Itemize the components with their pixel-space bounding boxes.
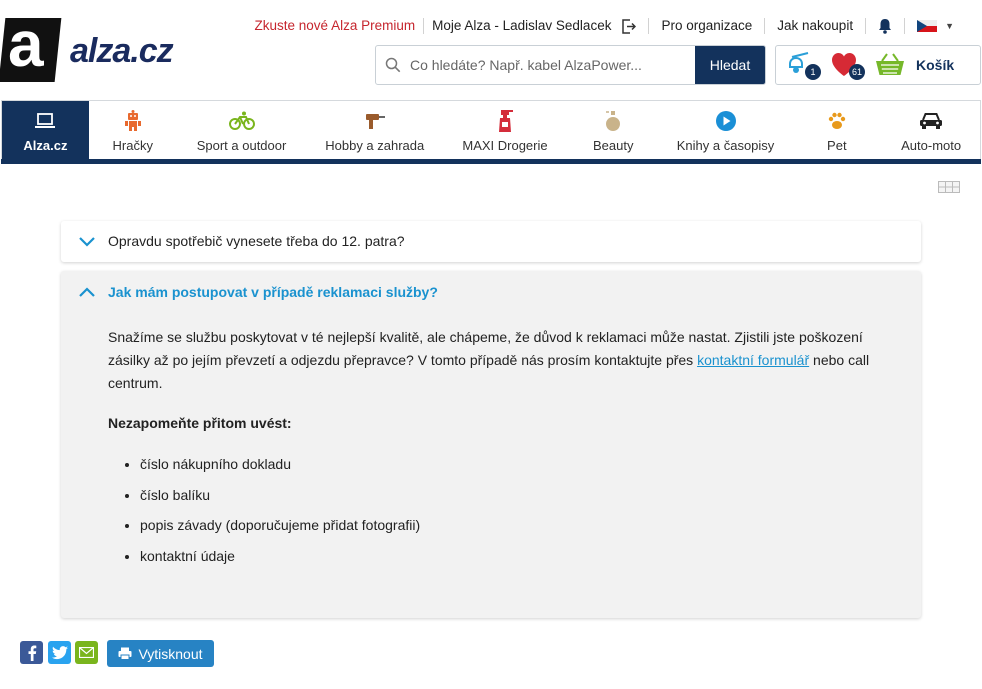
- search-bar: Hledat: [375, 45, 766, 85]
- answer-paragraph: Snažíme se službu poskytovat v té nejlep…: [108, 329, 870, 391]
- nav-label: Hračky: [112, 138, 153, 153]
- faq-question: Jak mám postupovat v případě reklamaci s…: [108, 284, 438, 300]
- reminder-list: číslo nákupního dokladu číslo balíku pop…: [108, 453, 888, 568]
- search-input[interactable]: [410, 46, 695, 84]
- watchdog-button[interactable]: 1: [786, 51, 821, 80]
- contact-form-link[interactable]: kontaktní formulář: [697, 352, 809, 368]
- nav-label: Alza.cz: [23, 138, 68, 153]
- faq-item-collapsed[interactable]: Opravdu spotřebič vynesete třeba do 12. …: [61, 221, 921, 262]
- nav-label: Knihy a časopisy: [676, 138, 775, 153]
- how-to-buy-link[interactable]: Jak nakoupit: [764, 18, 865, 34]
- watchdog-count-badge: 1: [805, 64, 821, 80]
- print-label: Vytisknout: [138, 645, 203, 662]
- twitter-share-button[interactable]: [48, 641, 71, 664]
- faq-question-toggle[interactable]: Jak mám postupovat v případě reklamaci s…: [78, 284, 438, 300]
- twitter-icon: [51, 645, 68, 659]
- nav-item-sport[interactable]: Sport a outdoor: [177, 101, 307, 160]
- laptop-icon: [34, 109, 56, 133]
- nav-label: Pet: [827, 138, 847, 153]
- car-icon: [919, 109, 943, 133]
- drill-icon: [364, 109, 386, 133]
- faq-item-expanded: Jak mám postupovat v případě reklamaci s…: [61, 271, 921, 618]
- top-links-bar: Zkuste nové Alza Premium Moje Alza - Lad…: [243, 17, 954, 35]
- perfume-icon: [604, 109, 622, 133]
- paw-icon: [827, 109, 847, 133]
- cart-label[interactable]: Košík: [916, 57, 954, 73]
- list-item: číslo balíku: [140, 484, 888, 507]
- nav-item-auto[interactable]: Auto-moto: [882, 101, 980, 160]
- favorites-button[interactable]: 61: [830, 51, 865, 80]
- faq-answer: Snažíme se službu poskytovat v té nejlep…: [108, 326, 888, 575]
- list-item: kontaktní údaje: [140, 545, 888, 568]
- notifications-button[interactable]: [865, 18, 904, 34]
- robot-icon: [123, 109, 143, 133]
- logo-letter: a: [8, 8, 44, 80]
- play-icon: [715, 109, 737, 133]
- list-item: číslo nákupního dokladu: [140, 453, 888, 476]
- nav-label: MAXI Drogerie: [462, 138, 548, 153]
- logo-text: alza.cz: [70, 32, 174, 70]
- nav-label: Beauty: [593, 138, 634, 153]
- nav-item-toys[interactable]: Hračky: [89, 101, 177, 160]
- nav-label: Sport a outdoor: [196, 138, 287, 153]
- user-shortcuts: 1 61 Košík: [775, 45, 981, 85]
- cart-button[interactable]: [874, 51, 908, 79]
- facebook-icon: [28, 645, 36, 661]
- category-nav: Alza.cz Hračky Sport a outdoor Hobby a z…: [1, 100, 981, 160]
- envelope-icon: [79, 647, 94, 658]
- premium-link[interactable]: Zkuste nové Alza Premium: [243, 18, 424, 34]
- table-view-icon[interactable]: [938, 181, 960, 196]
- spray-bottle-icon: [496, 109, 514, 133]
- account-link[interactable]: Moje Alza - Ladislav Sedlacek: [423, 18, 648, 34]
- bicycle-icon: [228, 109, 255, 133]
- nav-label: Auto-moto: [901, 138, 962, 153]
- nav-item-drugstore[interactable]: MAXI Drogerie: [443, 101, 567, 160]
- reminder-heading: Nezapomeňte přitom uvést:: [108, 415, 292, 431]
- bell-icon: [879, 19, 892, 34]
- faq-question: Opravdu spotřebič vynesete třeba do 12. …: [108, 233, 405, 249]
- printer-icon: [118, 647, 132, 660]
- chevron-up-icon: [79, 286, 95, 297]
- account-label: Moje Alza - Ladislav Sedlacek: [432, 18, 612, 33]
- chevron-down-icon: [79, 236, 95, 247]
- facebook-share-button[interactable]: [20, 641, 43, 664]
- search-button[interactable]: Hledat: [695, 46, 765, 84]
- nav-item-books[interactable]: Knihy a časopisy: [660, 101, 792, 160]
- nav-item-hobby[interactable]: Hobby a zahrada: [306, 101, 443, 160]
- search-icon: [376, 46, 410, 84]
- alza-logo[interactable]: a alza.cz: [0, 12, 212, 84]
- nav-label: Hobby a zahrada: [325, 138, 425, 153]
- nav-item-pet[interactable]: Pet: [791, 101, 882, 160]
- logout-icon[interactable]: [621, 18, 637, 34]
- favorites-count-badge: 61: [849, 64, 865, 80]
- language-selector[interactable]: ▼: [904, 18, 954, 34]
- nav-underline: [1, 159, 981, 164]
- list-item: popis závady (doporučujeme přidat fotogr…: [140, 514, 888, 537]
- email-share-button[interactable]: [75, 641, 98, 664]
- organizations-link[interactable]: Pro organizace: [648, 18, 764, 34]
- basket-icon: [876, 53, 904, 75]
- chevron-down-icon: ▼: [945, 21, 954, 31]
- nav-item-alza[interactable]: Alza.cz: [2, 101, 89, 160]
- cz-flag-icon: [917, 20, 938, 32]
- print-button[interactable]: Vytisknout: [107, 640, 214, 667]
- nav-item-beauty[interactable]: Beauty: [567, 101, 660, 160]
